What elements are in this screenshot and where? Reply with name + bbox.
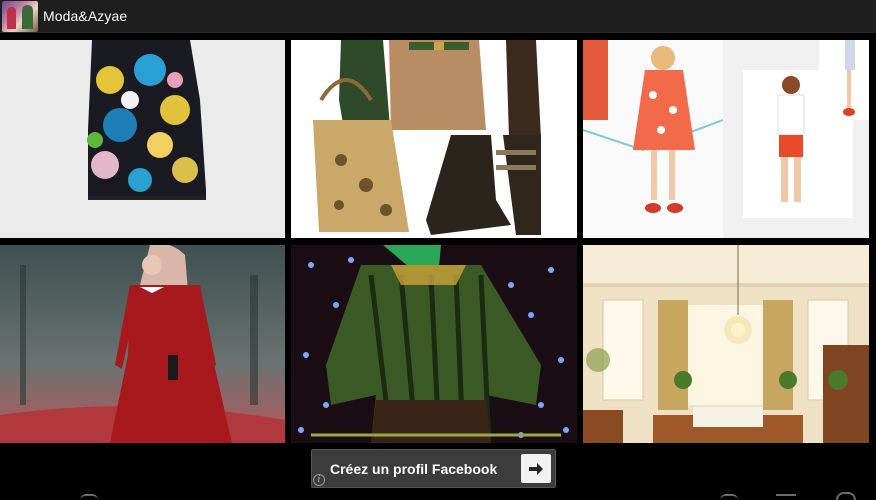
kids-fashion-photo[interactable] xyxy=(583,40,869,238)
system-navigation-bar xyxy=(0,488,876,500)
floral-dress-photo[interactable] xyxy=(0,40,285,238)
back-icon[interactable] xyxy=(80,494,98,500)
facebook-ad-banner[interactable]: Créez un profil Facebook i xyxy=(311,449,556,488)
red-dress-hijab-photo[interactable] xyxy=(0,245,285,443)
menu-icon[interactable] xyxy=(836,492,856,500)
arrow-right-icon[interactable] xyxy=(521,454,551,483)
recent-apps-icon[interactable] xyxy=(776,494,796,500)
image-gallery xyxy=(0,40,876,443)
action-bar: Moda&Azyae xyxy=(0,0,876,33)
ad-label: Créez un profil Facebook xyxy=(330,461,498,477)
app-title: Moda&Azyae xyxy=(43,8,128,24)
home-icon[interactable] xyxy=(720,494,738,500)
outfit-bag-boots-photo[interactable] xyxy=(291,40,577,238)
app-logo-icon[interactable] xyxy=(2,0,38,32)
info-icon[interactable]: i xyxy=(313,474,325,486)
green-blouse-runway-photo[interactable] xyxy=(291,245,577,443)
bedroom-interior-photo[interactable] xyxy=(583,245,869,443)
